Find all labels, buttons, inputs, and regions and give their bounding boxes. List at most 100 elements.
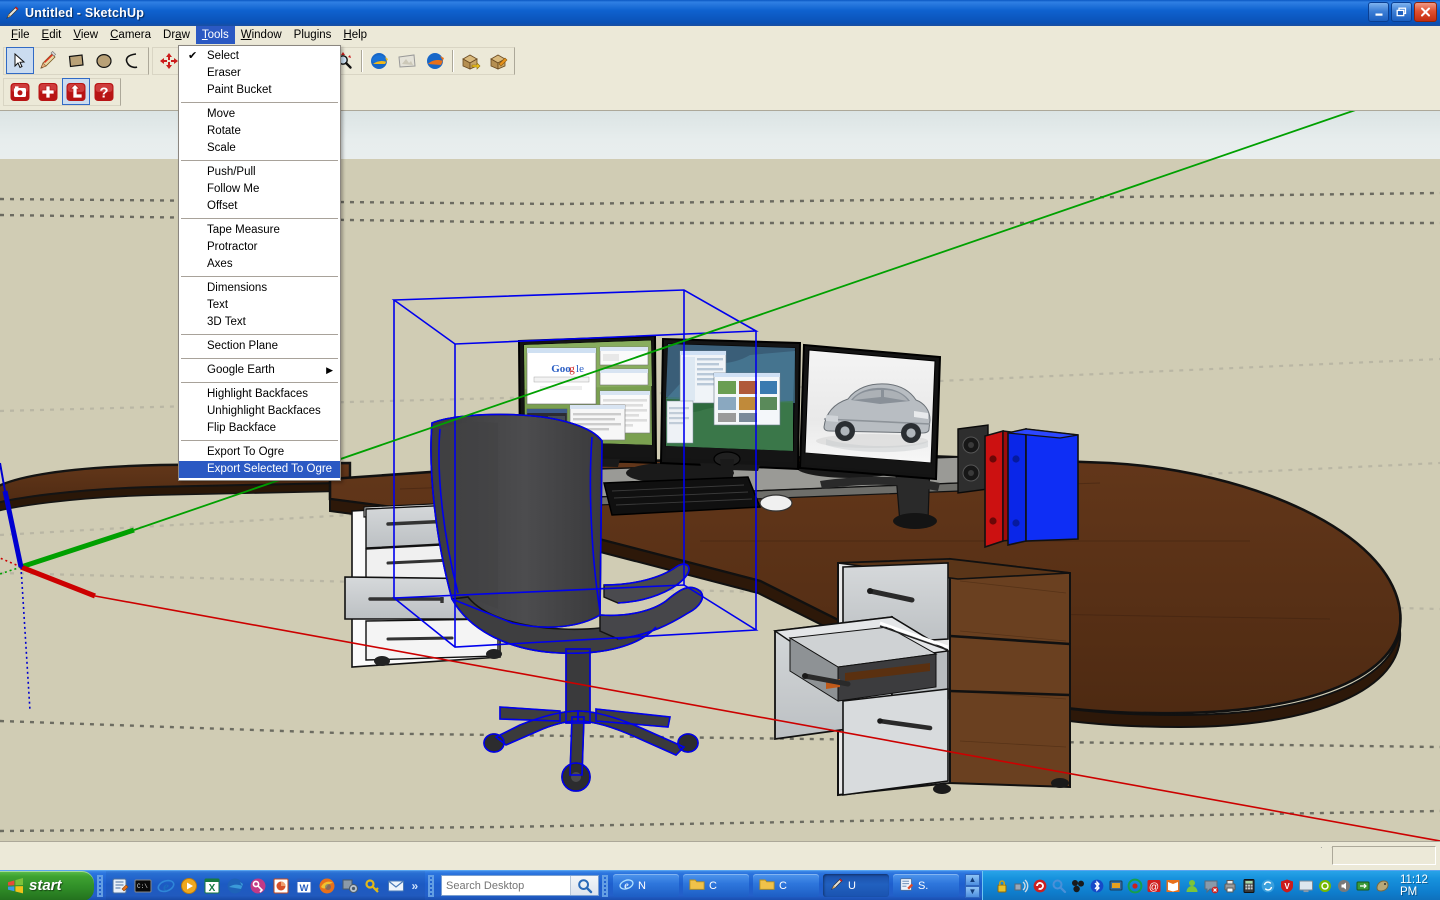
security-shield-icon[interactable]: V: [1279, 878, 1295, 894]
circle-tool-button[interactable]: [90, 47, 118, 74]
menu-item-text[interactable]: Text: [179, 297, 340, 314]
menu-item-export-to-ogre[interactable]: Export To Ogre: [179, 444, 340, 461]
record-icon[interactable]: [1127, 878, 1143, 894]
menu-camera[interactable]: Camera: [104, 26, 157, 44]
google-earth-snapshot-button[interactable]: [393, 47, 421, 74]
menu-item-protractor[interactable]: Protractor: [179, 239, 340, 256]
tools-dropdown-menu[interactable]: ✔ Select Eraser Paint Bucket Move Rotate…: [178, 45, 341, 481]
menu-item-follow-me[interactable]: Follow Me: [179, 181, 340, 198]
measurement-box[interactable]: [1332, 846, 1436, 865]
warehouse-share-model-button[interactable]: [484, 47, 512, 74]
quicklaunch-overflow-button[interactable]: »: [412, 879, 419, 893]
bluetooth-icon[interactable]: [1089, 878, 1105, 894]
menu-file[interactable]: File: [5, 26, 36, 44]
key-icon[interactable]: [363, 876, 383, 896]
printer-icon[interactable]: [1222, 878, 1238, 894]
word-icon[interactable]: W: [294, 876, 314, 896]
menu-item-move[interactable]: Move: [179, 106, 340, 123]
wireless-icon[interactable]: [1013, 878, 1029, 894]
minimize-button[interactable]: [1368, 2, 1389, 22]
menu-item-tape-measure[interactable]: Tape Measure: [179, 222, 340, 239]
warehouse-get-model-button[interactable]: [456, 47, 484, 74]
search-bar-grip[interactable]: [428, 874, 435, 897]
keepass-icon[interactable]: [248, 876, 268, 896]
menu-item-rotate[interactable]: Rotate: [179, 123, 340, 140]
desktop-search-box[interactable]: [441, 875, 600, 896]
menu-item-google-earth[interactable]: Google Earth ▶: [179, 362, 340, 379]
lock-icon[interactable]: [994, 878, 1010, 894]
excel-icon[interactable]: X: [202, 876, 222, 896]
volume-icon[interactable]: [1336, 878, 1352, 894]
powerpoint-icon[interactable]: [271, 876, 291, 896]
taskbar-item-folder-2[interactable]: C: [752, 874, 819, 897]
media-player-icon[interactable]: [179, 876, 199, 896]
remote-desktop-icon[interactable]: [1108, 878, 1124, 894]
books-icon[interactable]: [1165, 878, 1181, 894]
menu-item-eraser[interactable]: Eraser: [179, 65, 340, 82]
help-tool-button[interactable]: ?: [90, 78, 118, 105]
maximize-button[interactable]: [1391, 2, 1412, 22]
menu-item-paint-bucket[interactable]: Paint Bucket: [179, 82, 340, 99]
user-icon[interactable]: [1184, 878, 1200, 894]
menu-window[interactable]: Window: [235, 26, 288, 44]
add-tool-button[interactable]: [34, 78, 62, 105]
antivirus-icon[interactable]: [1032, 878, 1048, 894]
google-earth-icon[interactable]: [225, 876, 245, 896]
taskbar-scroll-arrows[interactable]: ▲ ▼: [964, 873, 980, 898]
taskbar-item-sketchup[interactable]: U: [822, 874, 889, 897]
menu-item-section-plane[interactable]: Section Plane: [179, 338, 340, 355]
menu-view[interactable]: View: [67, 26, 104, 44]
firefox-icon[interactable]: [317, 876, 337, 896]
nvidia-icon[interactable]: [1317, 878, 1333, 894]
menu-item-3d-text[interactable]: 3D Text: [179, 314, 340, 331]
chevron-down-icon[interactable]: ▼: [964, 885, 980, 898]
select-tool-button[interactable]: [6, 47, 34, 74]
command-prompt-icon[interactable]: C:\: [133, 876, 153, 896]
menu-tools[interactable]: Tools: [195, 26, 235, 44]
calculator-icon[interactable]: [1241, 878, 1257, 894]
chevron-up-icon[interactable]: ▲: [964, 873, 980, 886]
menu-item-axes[interactable]: Axes: [179, 256, 340, 273]
network-icon[interactable]: [1355, 878, 1371, 894]
menu-item-offset[interactable]: Offset: [179, 198, 340, 215]
menu-item-export-selected-to-ogre[interactable]: Export Selected To Ogre: [179, 461, 340, 478]
menu-plugins[interactable]: Plugins: [288, 26, 338, 44]
menu-item-unhighlight-backfaces[interactable]: Unhighlight Backfaces: [179, 403, 340, 420]
mouse-icon[interactable]: [1374, 878, 1390, 894]
taskbar-windows-grip[interactable]: [602, 874, 608, 897]
dropbox-icon[interactable]: [1070, 878, 1086, 894]
display-icon[interactable]: [1298, 878, 1314, 894]
internet-explorer-icon[interactable]: e: [156, 876, 176, 896]
rectangle-tool-button[interactable]: [62, 47, 90, 74]
search-icon[interactable]: [570, 876, 599, 895]
close-button[interactable]: [1414, 2, 1437, 22]
google-earth-globe-button[interactable]: [365, 47, 393, 74]
sync-icon[interactable]: [1260, 878, 1276, 894]
notes-icon[interactable]: [110, 876, 130, 896]
quicklaunch-grip[interactable]: [96, 874, 103, 897]
arc-tool-button[interactable]: [118, 47, 146, 74]
menu-edit[interactable]: Edit: [36, 26, 68, 44]
start-button[interactable]: start: [0, 870, 94, 900]
photo-match-tool-button[interactable]: [6, 78, 34, 105]
menu-item-push-pull[interactable]: Push/Pull: [179, 164, 340, 181]
taskbar-item-editor[interactable]: S.: [892, 874, 959, 897]
menu-help[interactable]: Help: [337, 26, 373, 44]
search-indexer-icon[interactable]: [1051, 878, 1067, 894]
line-tool-button[interactable]: [34, 47, 62, 74]
taskbar-item-ie[interactable]: e N: [612, 874, 679, 897]
system-clock[interactable]: 11:12 PM: [1400, 874, 1432, 898]
menu-draw[interactable]: Draw: [157, 26, 196, 44]
google-earth-place-model-button[interactable]: [421, 47, 449, 74]
taskbar-item-folder-1[interactable]: C: [682, 874, 749, 897]
mail-icon[interactable]: [386, 876, 406, 896]
share-icon[interactable]: @: [1146, 878, 1162, 894]
menu-item-flip-backface[interactable]: Flip Backface: [179, 420, 340, 437]
menu-item-dimensions[interactable]: Dimensions: [179, 280, 340, 297]
search-input[interactable]: [442, 877, 571, 894]
menu-item-select[interactable]: ✔ Select: [179, 48, 340, 65]
menu-item-highlight-backfaces[interactable]: Highlight Backfaces: [179, 386, 340, 403]
settings-icon[interactable]: [340, 876, 360, 896]
messenger-icon[interactable]: [1203, 878, 1219, 894]
menu-item-scale[interactable]: Scale: [179, 140, 340, 157]
